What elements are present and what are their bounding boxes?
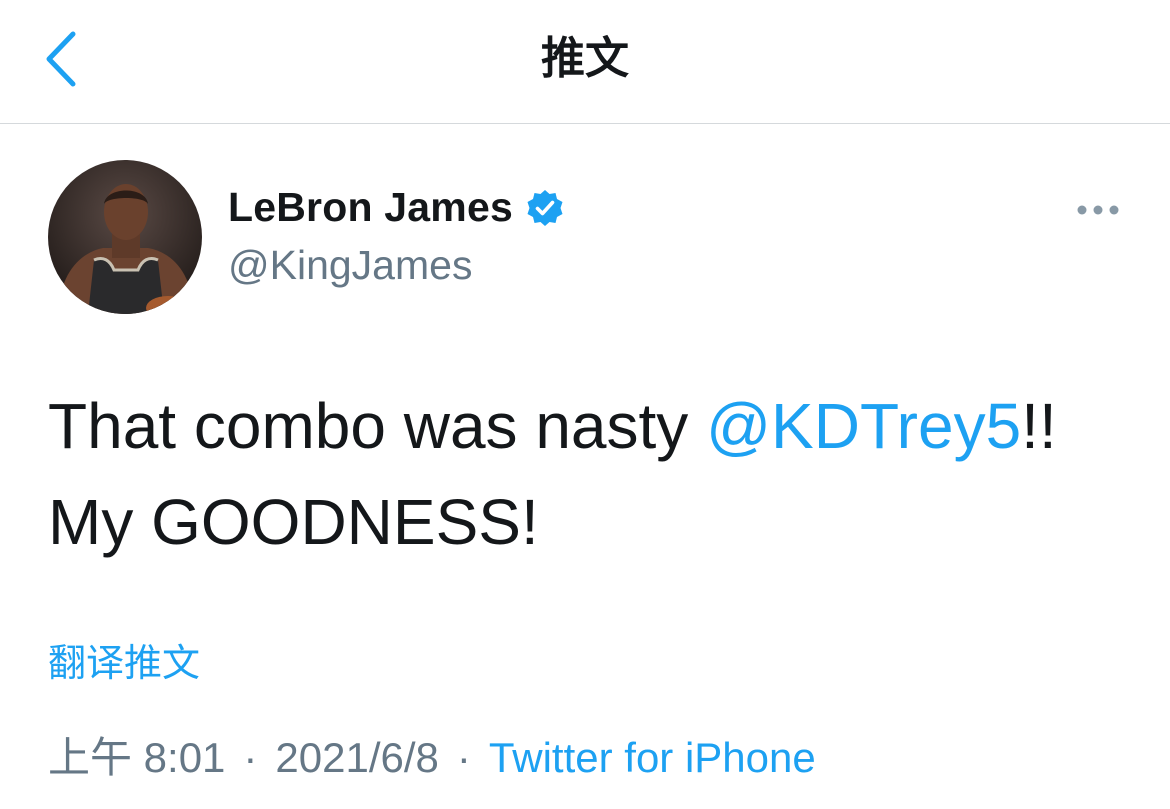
user-handle[interactable]: @KingJames bbox=[228, 242, 472, 289]
tweet-line-1: That combo was nasty @KDTrey5!! bbox=[48, 378, 1128, 474]
page-title: 推文 bbox=[541, 33, 629, 84]
avatar[interactable] bbox=[48, 160, 202, 314]
tweet-metadata: 上午 8:01 · 2021/6/8 · Twitter for iPhone bbox=[48, 724, 816, 785]
meta-separator: · bbox=[456, 734, 471, 781]
navigation-bar: 推文 bbox=[0, 0, 1170, 124]
avatar-image bbox=[48, 160, 202, 314]
display-name-row[interactable]: LeBron James bbox=[228, 184, 565, 231]
tweet-author: LeBron James @KingJames bbox=[48, 160, 1128, 320]
translate-tweet-link[interactable]: 翻译推文 bbox=[48, 632, 200, 687]
more-horizontal-icon bbox=[1077, 205, 1119, 215]
verified-badge-icon bbox=[527, 189, 563, 226]
more-options-button[interactable] bbox=[1068, 190, 1128, 230]
tweet-text-part: That combo was nasty bbox=[48, 390, 707, 462]
tweet-line-2: My GOODNESS! bbox=[48, 486, 539, 558]
tweet-time: 上午 8:01 bbox=[48, 734, 226, 781]
tweet-date: 2021/6/8 bbox=[275, 734, 439, 781]
mention-link[interactable]: @KDTrey5 bbox=[706, 390, 1021, 462]
tweet-source-link[interactable]: Twitter for iPhone bbox=[489, 734, 816, 781]
tweet-text-part: !! bbox=[1021, 390, 1057, 462]
tweet-text: That combo was nasty @KDTrey5!! My GOODN… bbox=[48, 378, 1128, 570]
display-name: LeBron James bbox=[228, 184, 513, 230]
meta-separator: · bbox=[243, 734, 258, 781]
